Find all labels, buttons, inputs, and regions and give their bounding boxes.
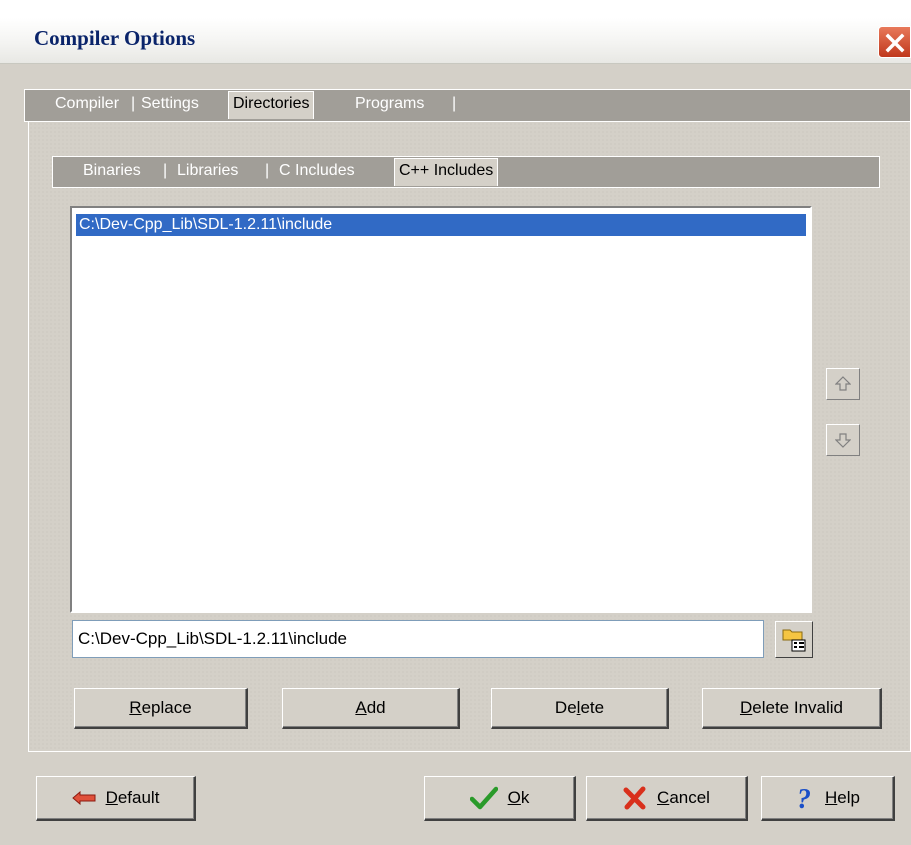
label-rest: eplace [141, 698, 192, 717]
list-item[interactable]: C:\Dev-Cpp_Lib\SDL-1.2.11\include [76, 214, 806, 236]
inner-tab-strip: Binaries | Libraries | C Includes C++ In… [52, 156, 880, 188]
browse-folder-button[interactable] [775, 621, 813, 658]
cross-icon [623, 786, 646, 810]
window-title: Compiler Options [34, 26, 196, 50]
arrow-left-icon [71, 791, 96, 805]
tab-programs[interactable]: Programs [355, 95, 424, 113]
delete-label: Delete [555, 698, 604, 718]
tab-separator: | [131, 95, 136, 112]
label-rest: elete Invalid [752, 698, 843, 717]
subtab-libraries[interactable]: Libraries [177, 162, 238, 180]
mnemonic: R [129, 698, 142, 717]
label-rest: efault [117, 788, 160, 807]
label-rest: elp [837, 788, 860, 807]
mnemonic: D [739, 698, 753, 717]
subtab-c-includes[interactable]: C Includes [279, 162, 355, 180]
close-icon [885, 33, 905, 53]
arrow-up-icon [835, 376, 851, 391]
question-mark-icon: ? [797, 784, 811, 812]
label-rest: ete [580, 698, 605, 717]
delete-button[interactable]: Delete [491, 688, 669, 729]
ok-label: Ok [508, 788, 530, 808]
cancel-button[interactable]: Cancel [586, 776, 748, 821]
directory-path-input[interactable]: C:\Dev-Cpp_Lib\SDL-1.2.11\include [72, 620, 764, 658]
default-label: Default [106, 788, 160, 808]
checkmark-icon [469, 786, 498, 810]
title-bar[interactable]: Compiler Options [0, 18, 911, 64]
label-rest: dd [366, 698, 386, 717]
mnemonic: A [355, 698, 367, 717]
directory-list[interactable]: C:\Dev-Cpp_Lib\SDL-1.2.11\include [70, 206, 812, 613]
tab-settings[interactable]: Settings [141, 95, 199, 113]
subtab-binaries[interactable]: Binaries [83, 162, 141, 180]
add-label: Add [355, 698, 385, 718]
help-button[interactable]: ? Help [761, 776, 895, 821]
screen-top-strip [0, 0, 911, 18]
mnemonic: O [507, 788, 521, 807]
ok-button[interactable]: Ok [424, 776, 576, 821]
subtab-cpp-includes[interactable]: C++ Includes [394, 158, 499, 186]
help-label: Help [825, 788, 860, 808]
label-pre: De [554, 698, 577, 717]
replace-button[interactable]: Replace [74, 688, 248, 729]
compiler-options-dialog: Compiler Options Compiler | Settings Dir… [0, 18, 911, 845]
mnemonic: C [657, 788, 670, 807]
move-up-button[interactable] [826, 368, 860, 400]
delete-invalid-label: Delete Invalid [740, 698, 843, 718]
outer-tab-strip: Compiler | Settings Directories Programs… [24, 89, 911, 122]
tab-separator: | [163, 162, 168, 179]
close-button[interactable] [878, 26, 911, 58]
default-button[interactable]: Default [36, 776, 196, 821]
cancel-label: Cancel [657, 788, 710, 808]
folder-browse-icon [782, 629, 806, 652]
replace-label: Replace [129, 698, 191, 718]
tab-separator: | [265, 162, 270, 179]
mnemonic: D [105, 788, 118, 807]
label-rest: k [520, 788, 530, 807]
tab-separator: | [452, 95, 457, 112]
label-rest: ancel [669, 788, 710, 807]
add-button[interactable]: Add [282, 688, 460, 729]
move-down-button[interactable] [826, 424, 860, 456]
tab-compiler[interactable]: Compiler [55, 95, 119, 113]
delete-invalid-button[interactable]: Delete Invalid [702, 688, 882, 729]
tab-directories[interactable]: Directories [228, 91, 315, 119]
mnemonic: H [825, 788, 838, 807]
arrow-down-icon [835, 433, 851, 448]
svg-text:?: ? [797, 784, 811, 812]
